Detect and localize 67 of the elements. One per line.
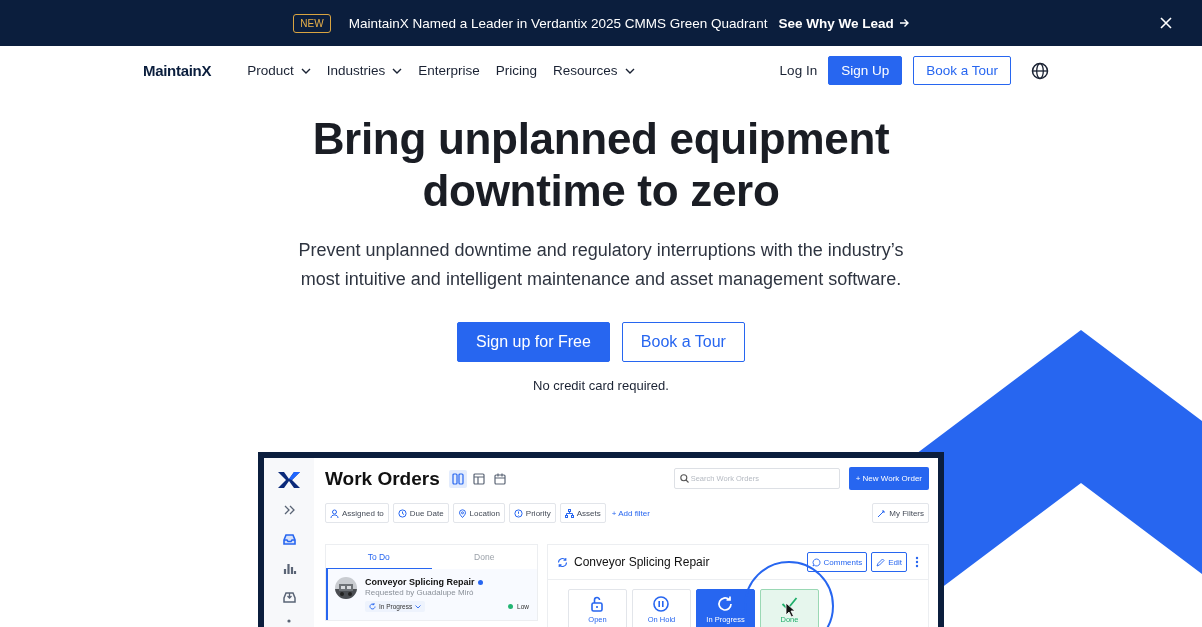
cursor-icon (785, 602, 797, 618)
caret-icon (415, 604, 422, 609)
unlock-icon (589, 595, 606, 613)
tray-icon[interactable] (281, 590, 297, 605)
add-filter-link[interactable]: + Add filter (611, 508, 650, 518)
logo[interactable]: MaintainX (143, 62, 212, 79)
nav-link[interactable]: Enterprise (418, 63, 480, 78)
caret-icon (624, 67, 635, 74)
requester-text: Requested by Guadalupe Miró (365, 588, 475, 597)
login-link[interactable]: Log In (779, 63, 818, 78)
nav-link[interactable]: Resources (553, 63, 635, 78)
filter-chip[interactable]: Priority (508, 503, 556, 523)
alert-icon (513, 508, 523, 518)
my-filters-button[interactable]: My Filters (872, 503, 929, 523)
nav-link[interactable]: Pricing (495, 63, 537, 78)
wand-icon (877, 508, 887, 518)
columns-view-button[interactable] (448, 469, 467, 488)
filter-chip[interactable]: Due Date (392, 503, 449, 523)
tour-button[interactable]: Book a Tour (913, 56, 1011, 85)
inbox-icon[interactable] (281, 532, 297, 547)
refresh-icon (717, 595, 734, 613)
more-icon[interactable] (915, 556, 919, 568)
filter-label: My Filters (889, 508, 924, 518)
book-tour-button[interactable]: Book a Tour (621, 322, 745, 362)
announcement-text: MaintainX Named a Leader in Verdantix 2025 CMMS Green Quadrant (348, 15, 768, 31)
signup-button[interactable]: Sign Up (828, 56, 903, 85)
filter-label: Assets (576, 508, 601, 518)
new-work-order-button[interactable]: + New Work Order (848, 467, 929, 490)
caret-icon (300, 67, 311, 74)
detail-title: Conveyor Splicing Repair (574, 555, 710, 569)
page-title: Work Orders (325, 467, 440, 490)
nav-link[interactable]: Product (247, 63, 311, 78)
hero-subtitle: Prevent unplanned downtime and regulatory interruptions with the industry’s most intuitive and intelligent maintenance and asset management software. (297, 239, 905, 291)
filter-chip[interactable]: Assets (559, 503, 606, 523)
dot-icon (287, 619, 291, 623)
filter-label: Assigned to (342, 508, 384, 518)
filter-chip[interactable]: Location (452, 503, 505, 523)
person-icon (330, 508, 339, 518)
clock-icon (397, 508, 407, 518)
pencil-icon (876, 557, 886, 567)
new-badge: NEW (293, 13, 331, 33)
close-icon[interactable] (1160, 17, 1172, 29)
filter-label: Due Date (409, 508, 444, 518)
filter-label: Location (469, 508, 500, 518)
signup-free-button[interactable]: Sign up for Free (457, 322, 610, 362)
x-logo-icon (277, 471, 301, 489)
bar-chart-icon[interactable] (281, 561, 297, 576)
work-order-title: Conveyor Splicing Repair (365, 577, 475, 587)
pause-icon (653, 595, 670, 613)
pin-icon (457, 508, 467, 518)
filter-chip[interactable]: Assigned to (325, 503, 389, 523)
announcement-link[interactable]: See Why We Lead (778, 15, 909, 31)
comments-button[interactable]: Comments (806, 552, 868, 572)
hero-title: Bring unplanned equipment downtime to zero (311, 113, 891, 217)
globe-icon[interactable] (1031, 61, 1049, 80)
edit-button[interactable]: Edit (871, 552, 907, 572)
arrow-icon (898, 18, 909, 28)
search-icon (679, 474, 689, 483)
refresh-icon (557, 556, 568, 568)
nav-link[interactable]: Industries (326, 63, 403, 78)
comment-icon (811, 557, 821, 567)
note-text: No credit card required. (532, 378, 670, 393)
refresh-icon (369, 603, 376, 610)
caret-icon (392, 67, 403, 74)
filter-label: Priority (525, 508, 551, 518)
hierarchy-icon (564, 508, 574, 518)
priority-dot-icon (508, 604, 514, 609)
